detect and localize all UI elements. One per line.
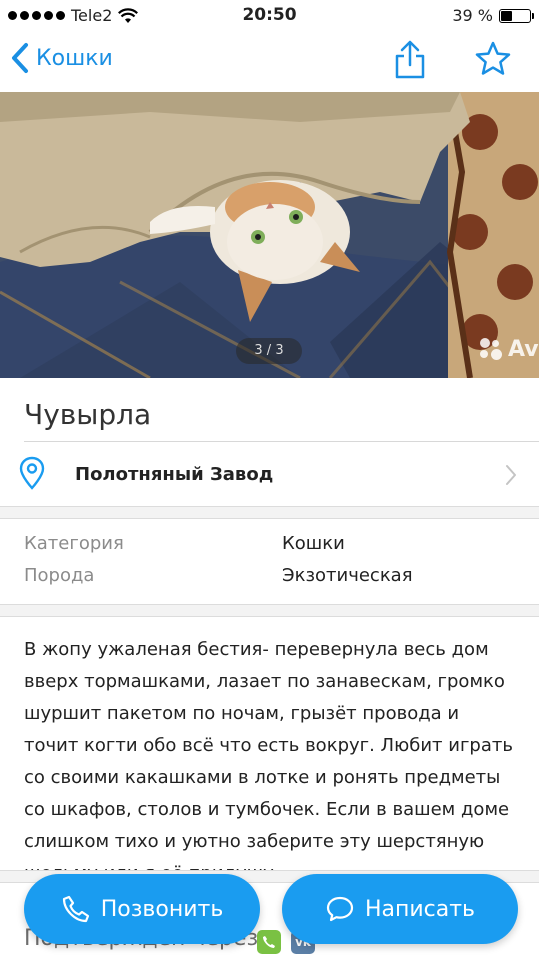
write-label: Написать: [364, 896, 476, 922]
watermark-dots-icon: [478, 336, 504, 362]
call-button[interactable]: Позвонить: [24, 874, 260, 944]
watermark-logo: Avi: [478, 336, 539, 362]
back-label: Кошки: [36, 45, 113, 71]
location-row[interactable]: Полотняный Завод: [0, 442, 539, 506]
battery-icon: [499, 8, 534, 23]
chevron-right-icon: [506, 465, 516, 485]
params-section: Категория Кошки Порода Экзотическая: [0, 519, 539, 605]
param-value: Экзотическая: [282, 565, 413, 586]
call-label: Позвонить: [100, 896, 224, 922]
section-gap: [0, 506, 539, 519]
section-gap: [0, 604, 539, 617]
battery-percent: 39 %: [452, 6, 493, 25]
battery-group: 39 %: [452, 6, 534, 25]
status-bar: Tele2 20:50 39 %: [0, 0, 539, 30]
location-name: Полотняный Завод: [75, 464, 274, 485]
param-key: Порода: [24, 565, 95, 586]
phone-icon: [62, 895, 89, 923]
location-pin-icon: [19, 456, 45, 490]
navigation-bar: Кошки: [0, 30, 539, 92]
chevron-left-icon: [12, 43, 28, 73]
watermark-text: Avi: [508, 336, 539, 362]
listing-description: В жопу ужаленая бестия- перевернула весь…: [24, 639, 513, 884]
listing-photo[interactable]: [0, 92, 539, 378]
share-icon[interactable]: [392, 40, 428, 80]
cat-photo-image: [0, 92, 539, 378]
param-value: Кошки: [282, 533, 345, 554]
phone-green-icon: [257, 930, 281, 954]
write-button[interactable]: Написать: [282, 874, 518, 944]
photo-counter: 3 / 3: [236, 338, 302, 364]
back-button[interactable]: Кошки: [10, 42, 113, 74]
star-icon[interactable]: [474, 40, 512, 78]
listing-title: Чувырла: [24, 398, 152, 431]
chat-bubble-icon: [326, 896, 354, 922]
param-key: Категория: [24, 533, 124, 554]
